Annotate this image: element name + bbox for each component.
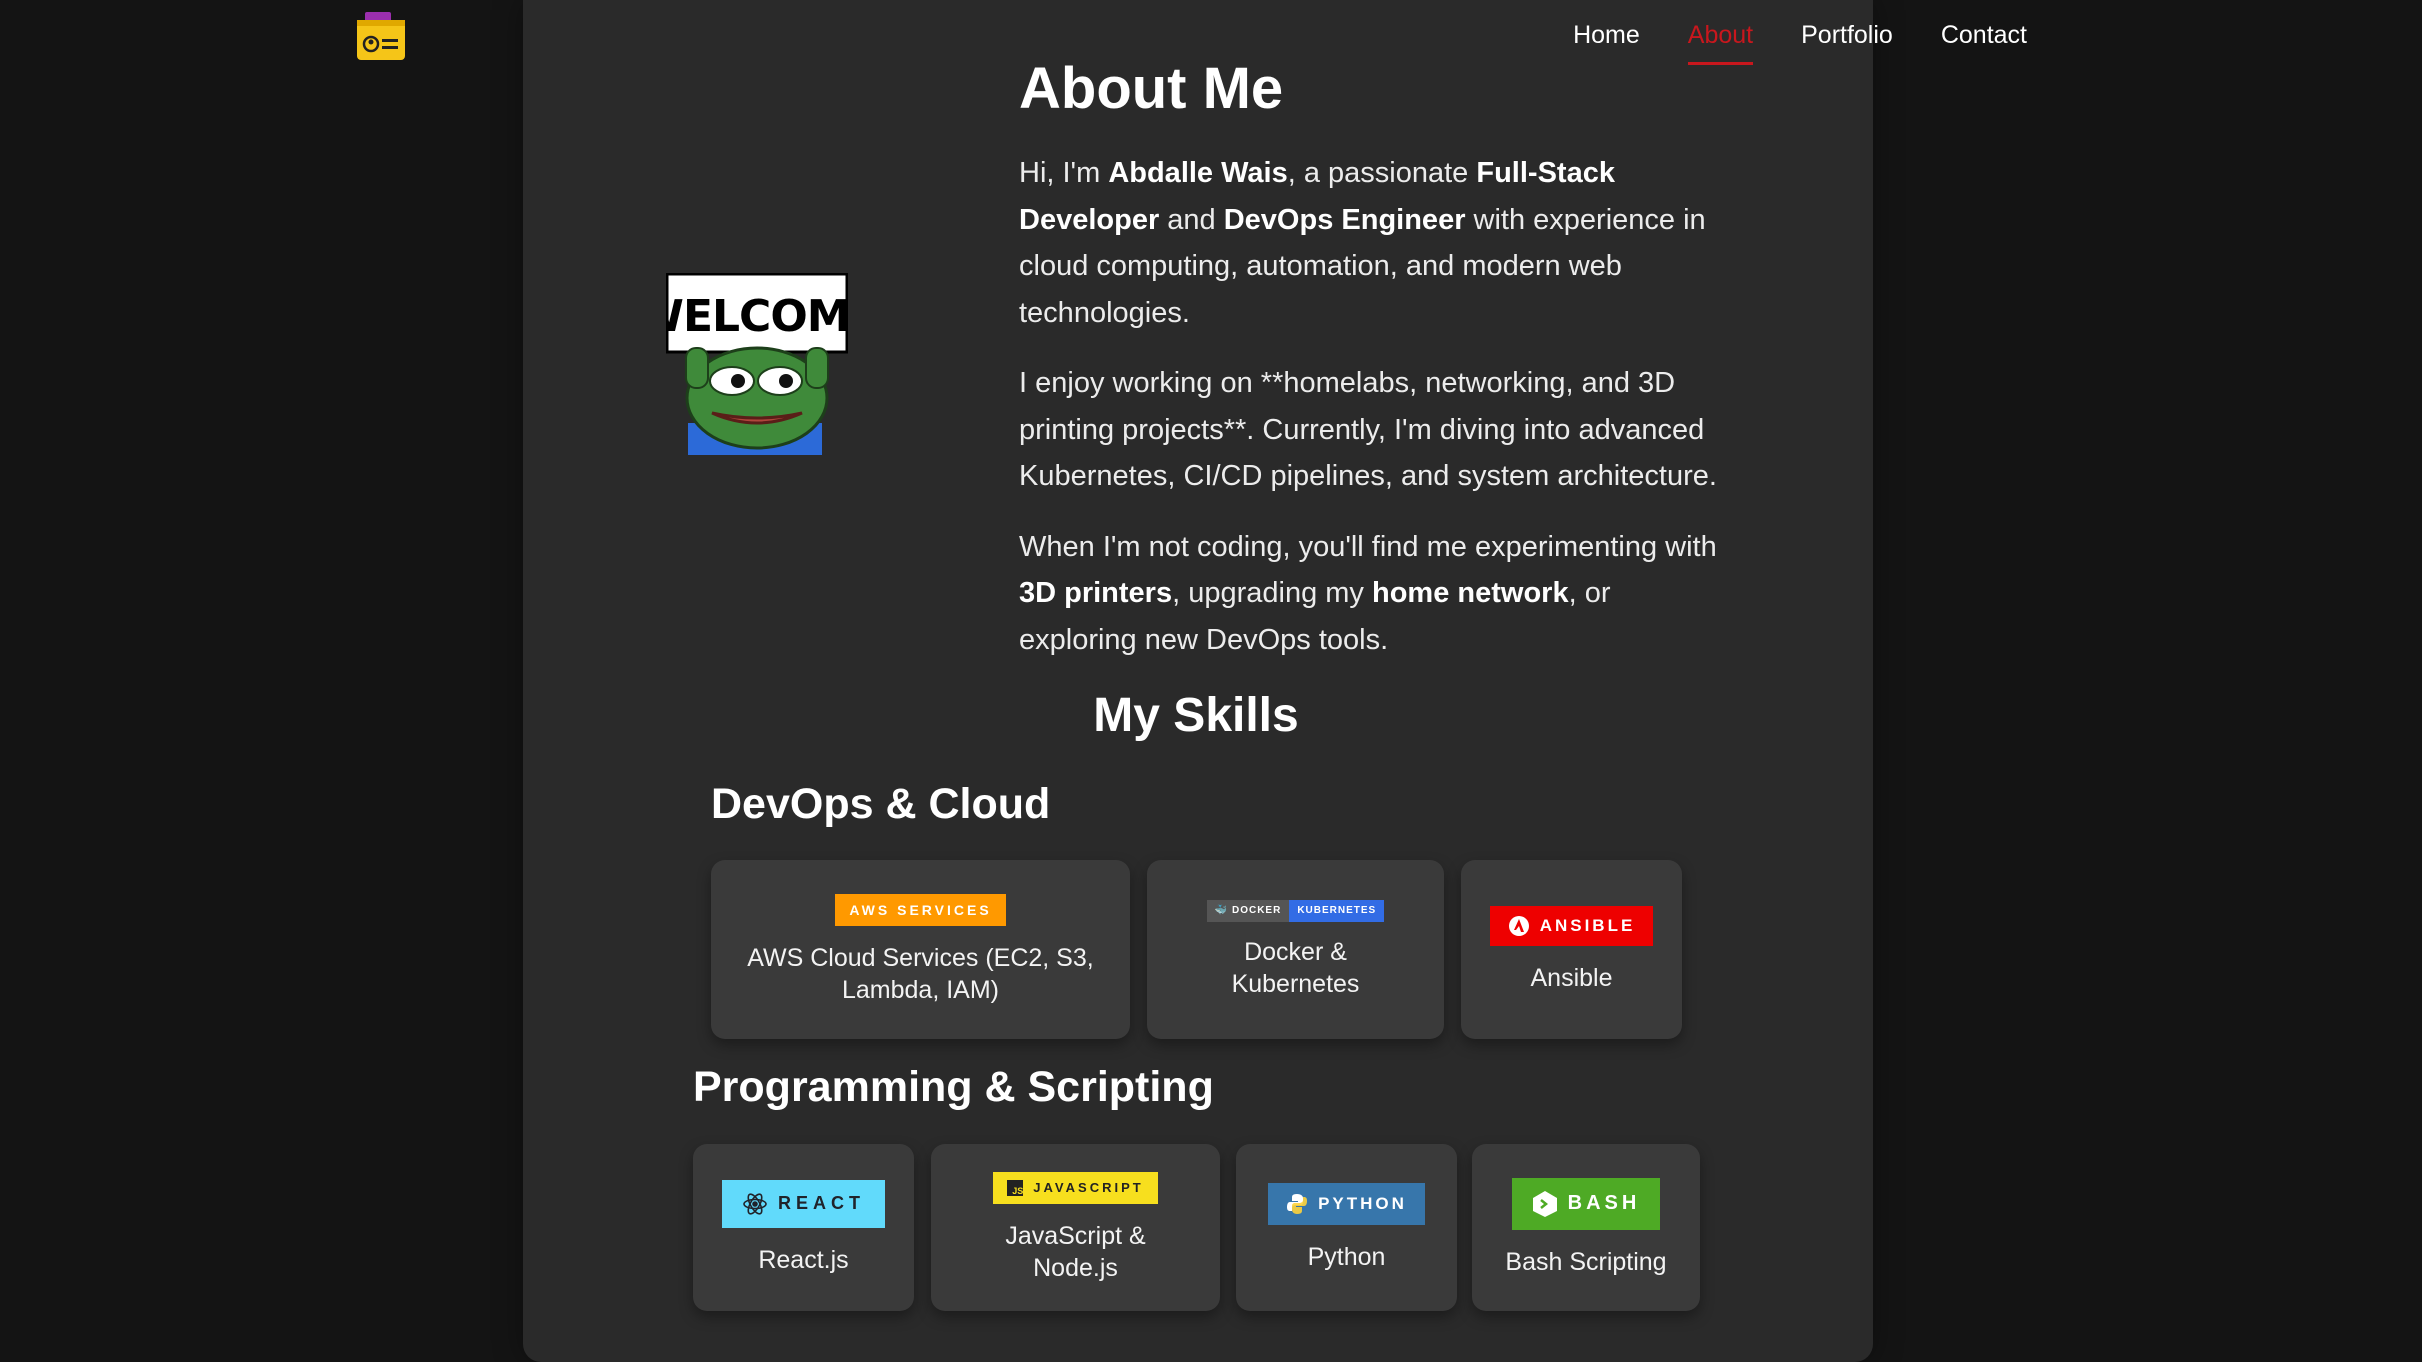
atom-icon [742, 1191, 768, 1217]
skill-card-javascript[interactable]: JS JAVASCRIPT JavaScript & Node.js [931, 1144, 1220, 1311]
main-nav: Home About Portfolio Contact [1573, 18, 2027, 65]
folder-id-icon[interactable] [355, 10, 407, 62]
js-icon: JS [1007, 1179, 1024, 1196]
skill-label: Bash Scripting [1505, 1247, 1667, 1276]
skill-label: JavaScript & Node.js [1005, 1221, 1146, 1282]
skills-title: My Skills [1093, 689, 1299, 742]
about-title: About Me [1019, 56, 1284, 121]
skill-card-bash[interactable]: BASH Bash Scripting [1472, 1144, 1700, 1311]
skill-card-python[interactable]: PYTHON Python [1236, 1144, 1457, 1311]
category-devops-title: DevOps & Cloud [711, 780, 1051, 828]
skill-card-react[interactable]: REACT React.js [693, 1144, 914, 1311]
category-programming-title: Programming & Scripting [693, 1063, 1214, 1111]
nav-home[interactable]: Home [1573, 18, 1640, 52]
svg-text:WELCOME: WELCOME [666, 291, 848, 342]
nav-contact[interactable]: Contact [1941, 18, 2027, 52]
about-paragraph-3: When I'm not coding, you'll find me expe… [1019, 530, 1717, 656]
whale-icon: 🐳 DOCKER [1206, 899, 1290, 922]
welcome-image: WELCOME [635, 272, 880, 455]
nav-portfolio[interactable]: Portfolio [1801, 18, 1893, 52]
nav-about[interactable]: About [1687, 18, 1754, 65]
skill-label: AWS Cloud Services (EC2, S3, Lambda, IAM… [747, 943, 1094, 1004]
skill-card-docker-kubernetes[interactable]: 🐳 DOCKER KUBERNETES Docker & Kubernetes [1147, 860, 1444, 1039]
terminal-icon [1532, 1190, 1558, 1218]
skill-label: Docker & Kubernetes [1231, 937, 1360, 998]
about-paragraph-2: I enjoy working on **homelabs, networkin… [1019, 367, 1717, 492]
skill-card-ansible[interactable]: ANSIBLE Ansible [1461, 860, 1682, 1039]
ansible-icon [1508, 915, 1530, 937]
about-text: Hi, I'm Abdalle Wais, a passionate Full-… [1019, 150, 1719, 687]
python-icon [1286, 1193, 1308, 1215]
skill-label: Python [1307, 1242, 1386, 1271]
skill-label: React.js [758, 1245, 849, 1274]
skill-label: Ansible [1530, 963, 1613, 992]
docker-kubernetes-badge: 🐳 DOCKER KUBERNETES [1206, 899, 1385, 922]
skill-card-aws[interactable]: AWS SERVICES AWS Cloud Services (EC2, S3… [711, 860, 1130, 1039]
about-paragraph-1: Hi, I'm Abdalle Wais, a passionate Full-… [1019, 157, 1706, 329]
aws-badge: AWS SERVICES [835, 893, 1006, 926]
